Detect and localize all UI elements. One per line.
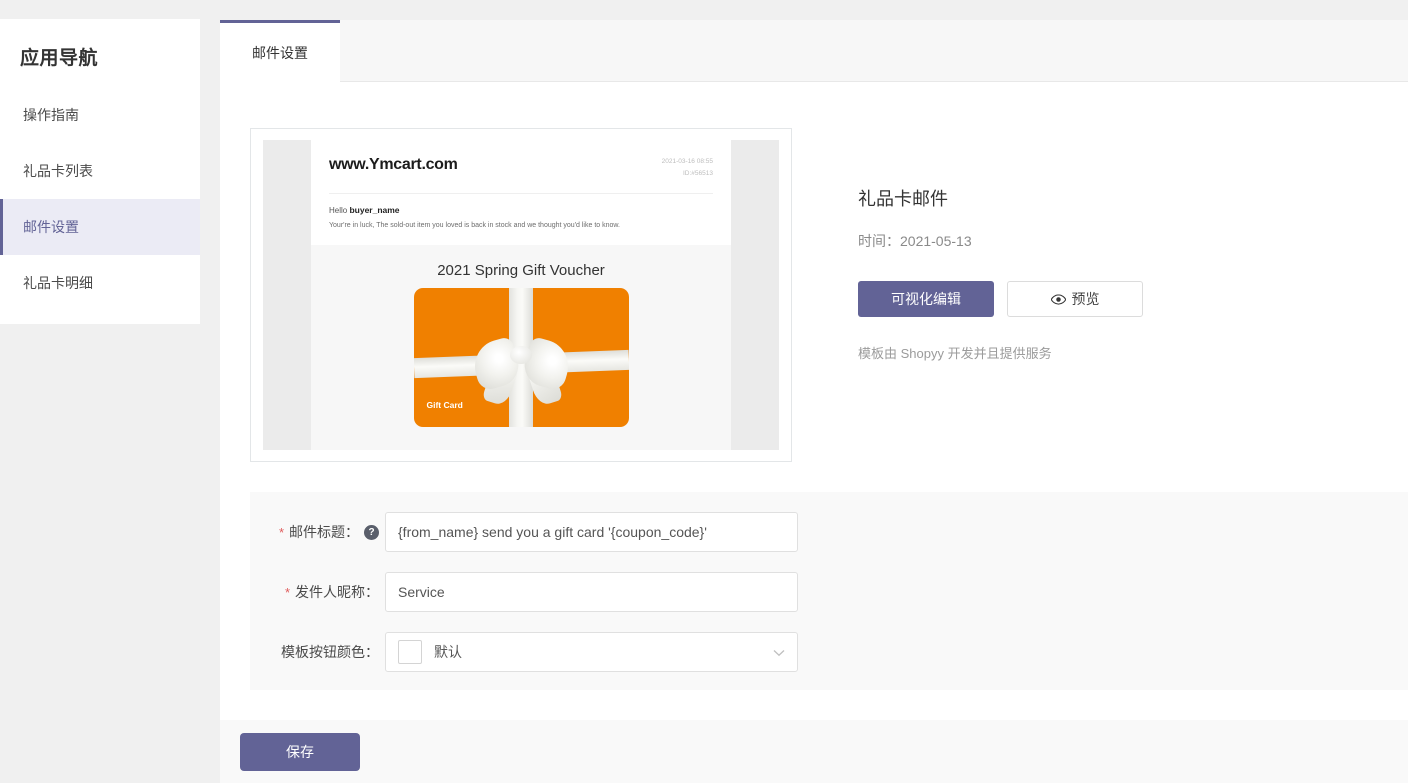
form-label-text: 模板按钮颜色：	[281, 644, 379, 660]
form-label-button-color: 模板按钮颜色：	[250, 642, 385, 662]
voucher-title: 2021 Spring Gift Voucher	[437, 262, 605, 280]
eye-icon	[1050, 293, 1066, 305]
form-panel: * 邮件标题： ? {from_name} send you a gift ca…	[250, 492, 1408, 690]
save-button[interactable]: 保存	[240, 732, 360, 771]
sidebar-item-giftcard-list[interactable]: 礼品卡列表	[0, 143, 200, 199]
sidebar-item-label: 邮件设置	[23, 219, 79, 235]
form-row-mail-title: * 邮件标题： ? {from_name} send you a gift ca…	[250, 512, 1408, 552]
visual-edit-button[interactable]: 可视化编辑	[858, 281, 994, 317]
email-domain: www.Ymcart.com	[329, 156, 458, 173]
preview-button[interactable]: 预览	[1007, 281, 1143, 317]
sidebar-item-guide[interactable]: 操作指南	[0, 87, 200, 143]
email-greeting: Hello buyer_name	[329, 205, 713, 215]
email-greeting-prefix: Hello	[329, 205, 350, 215]
email-preview-stage: www.Ymcart.com 2021-03-16 08:55 ID:#5651…	[263, 140, 779, 450]
form-label-mail-title: * 邮件标题： ?	[250, 522, 385, 542]
form-footer: 保存	[220, 720, 1408, 783]
sidebar-title: 应用导航	[20, 48, 99, 69]
chevron-down-icon	[773, 644, 785, 660]
bow-knot-icon	[510, 345, 532, 364]
sidebar-nav: 操作指南 礼品卡列表 邮件设置 礼品卡明细	[0, 87, 200, 311]
form-label-sender-name: * 发件人昵称：	[250, 582, 385, 602]
email-body: www.Ymcart.com 2021-03-16 08:55 ID:#5651…	[311, 140, 731, 450]
sidebar-item-label: 礼品卡列表	[23, 163, 93, 179]
button-color-select[interactable]: 默认	[385, 632, 798, 672]
mail-title-input[interactable]: {from_name} send you a gift card '{coupo…	[385, 512, 798, 552]
email-id: ID:#56513	[683, 170, 713, 178]
tab-label: 邮件设置	[252, 44, 308, 61]
required-marker: *	[284, 584, 290, 600]
page-title: 礼品卡邮件	[858, 189, 948, 209]
form-row-button-color: 模板按钮颜色： 默认	[250, 632, 1408, 672]
email-greeting-name: buyer_name	[349, 204, 400, 215]
info-panel: 礼品卡邮件 时间：2021-05-13 可视化编辑 预览 模板由 Shopyy …	[792, 128, 1143, 462]
email-date: 2021-03-16 08:55	[661, 158, 713, 165]
preview-row: www.Ymcart.com 2021-03-16 08:55 ID:#5651…	[220, 82, 1408, 462]
main-content: www.Ymcart.com 2021-03-16 08:55 ID:#5651…	[220, 82, 1408, 783]
email-preview-card[interactable]: www.Ymcart.com 2021-03-16 08:55 ID:#5651…	[250, 128, 792, 462]
giftcard-label: Gift Card	[426, 400, 463, 411]
sidebar-item-mail-settings[interactable]: 邮件设置	[0, 199, 200, 255]
sidebar-item-giftcard-detail[interactable]: 礼品卡明细	[0, 255, 200, 311]
sidebar-item-label: 操作指南	[23, 107, 79, 123]
info-actions: 可视化编辑 预览	[858, 281, 1143, 317]
sender-name-value: Service	[398, 584, 445, 600]
form-label-text: 邮件标题：	[289, 524, 359, 540]
template-provider-note: 模板由 Shopyy 开发并且提供服务	[858, 346, 1052, 361]
sender-name-input[interactable]: Service	[385, 572, 798, 612]
form-row-sender-name: * 发件人昵称： Service	[250, 572, 1408, 612]
template-time: 时间：2021-05-13	[858, 233, 972, 249]
tab-bar: 邮件设置	[220, 20, 1408, 82]
form-label-text: 发件人昵称：	[295, 584, 379, 600]
email-body-text: Your're in luck, The sold-out item you l…	[329, 221, 621, 229]
giftcard-wrap: Gift Card	[311, 288, 731, 428]
tab-mail-settings[interactable]: 邮件设置	[220, 20, 340, 82]
sidebar: 应用导航 操作指南 礼品卡列表 邮件设置 礼品卡明细	[0, 19, 200, 324]
mail-title-value: {from_name} send you a gift card '{coupo…	[398, 524, 707, 540]
help-icon[interactable]: ?	[364, 524, 379, 540]
required-marker: *	[278, 524, 284, 540]
color-swatch	[398, 640, 422, 664]
email-header-top: www.Ymcart.com 2021-03-16 08:55 ID:#5651…	[329, 156, 713, 194]
button-color-value: 默认	[434, 644, 462, 660]
sidebar-item-label: 礼品卡明细	[23, 275, 93, 291]
preview-button-label: 预览	[1071, 291, 1100, 307]
giftcard-image: Gift Card	[413, 288, 629, 428]
email-header: www.Ymcart.com 2021-03-16 08:55 ID:#5651…	[311, 140, 731, 246]
email-meta: 2021-03-16 08:55 ID:#56513	[662, 156, 713, 181]
